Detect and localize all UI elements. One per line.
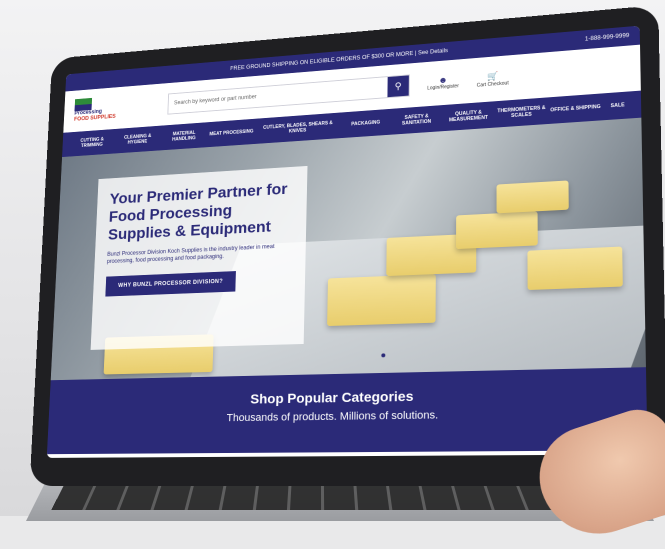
login-label: Login/Register [427,83,459,91]
nav-item[interactable]: MATERIAL HANDLING [160,129,207,143]
nav-item[interactable]: QUALITY & MEASUREMENT [442,109,494,124]
nav-item[interactable]: SAFETY & SANITATION [391,113,442,128]
laptop-screen: FREE GROUND SHIPPING ON ELIGIBLE ORDERS … [47,26,648,458]
butter-block [327,274,436,326]
hero-cta-button[interactable]: WHY BUNZL PROCESSOR DIVISION? [105,271,236,297]
site-logo[interactable]: Processing FOOD SUPPLIES [74,93,127,126]
butter-block [527,247,622,291]
cart-label: Cart Checkout [477,80,509,88]
butter-block [497,180,569,213]
nav-item[interactable]: OFFICE & SHIPPING [548,104,603,114]
hero-panel: Your Premier Partner for Food Processing… [91,166,308,350]
cart-link[interactable]: 🛒 Cart Checkout [477,70,509,88]
butter-block [456,211,538,249]
account-links: ☻ Login/Register 🛒 Cart Checkout [427,70,509,92]
hero-title: Your Premier Partner for Food Processing… [108,180,294,245]
nav-item[interactable]: THERMOMETERS & SCALES [495,105,549,120]
nav-item[interactable]: SALE [603,102,633,110]
nav-item[interactable]: CLEANING & HYGIENE [114,133,160,147]
categories-subtitle: Thousands of products. Millions of solut… [48,406,647,426]
nav-item[interactable]: CUTLERY, BLADES, SHEARS & KNIVES [255,120,341,137]
nav-item[interactable]: PACKAGING [341,119,391,128]
laptop-lid: FREE GROUND SHIPPING ON ELIGIBLE ORDERS … [30,5,665,486]
phone-number[interactable]: 1-888-999-9999 [585,33,629,42]
login-link[interactable]: ☻ Login/Register [427,74,459,92]
search-button[interactable]: ⚲ [387,75,408,97]
search-icon: ⚲ [395,81,402,92]
categories-title: Shop Popular Categories [49,384,646,410]
search-bar[interactable]: Search by keyword or part number ⚲ [167,74,409,114]
nav-item[interactable]: MEAT PROCESSING [207,129,255,138]
hero-banner: Your Premier Partner for Food Processing… [51,118,646,381]
nav-item[interactable]: CUTTING & TRIMMING [69,136,115,150]
search-input[interactable]: Search by keyword or part number [169,84,388,106]
hero-text: Bunzl Processor Division Koch Supplies i… [107,242,293,265]
